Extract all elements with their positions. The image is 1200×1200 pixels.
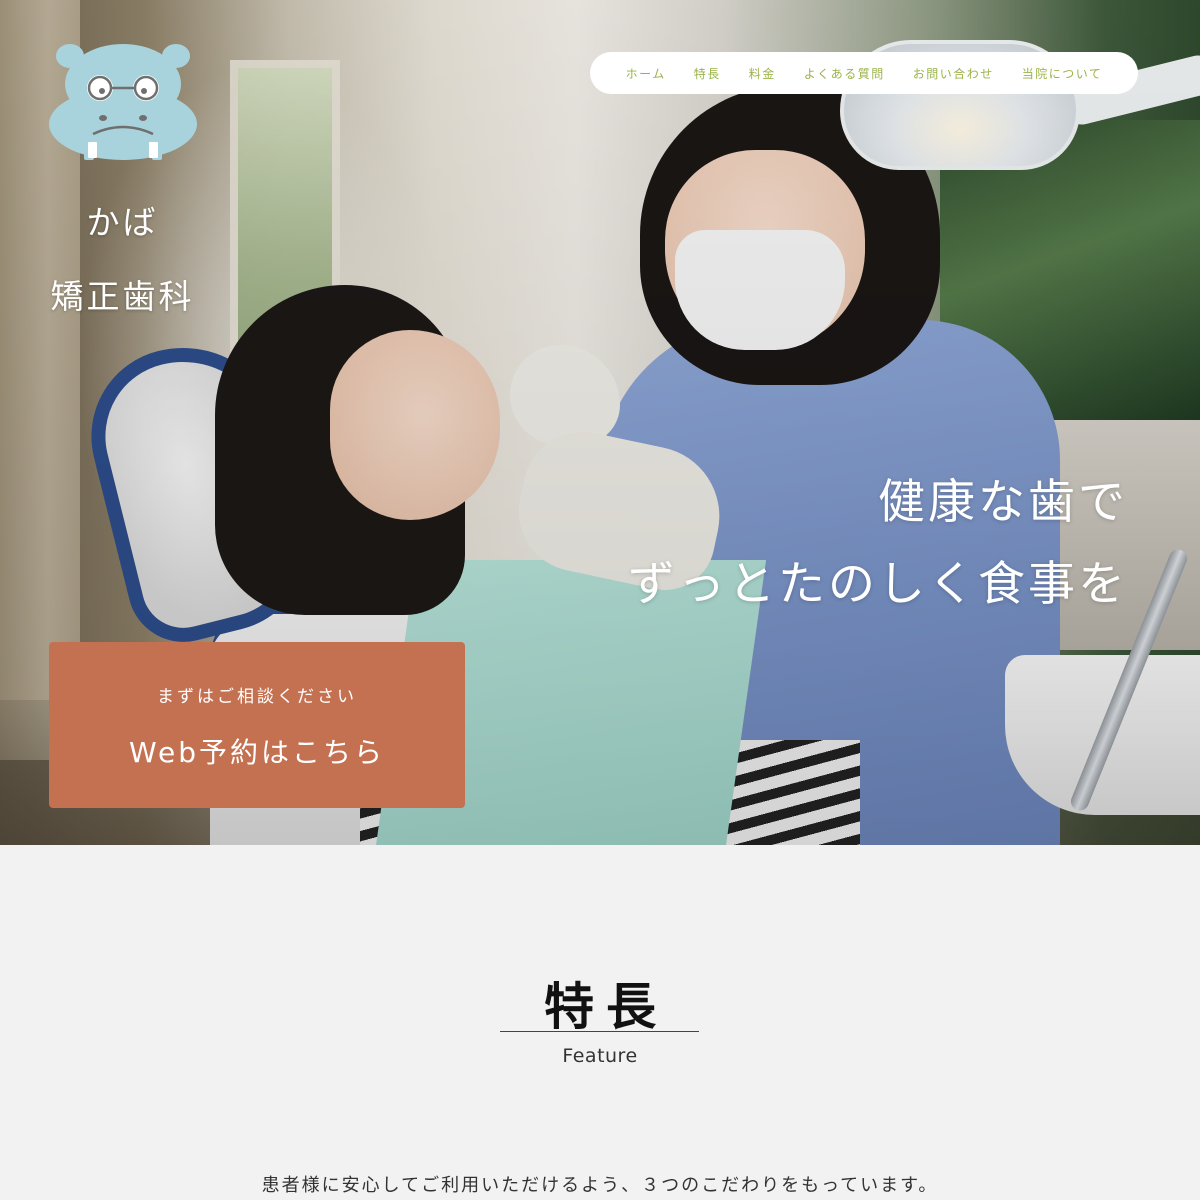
logo-name-line2: 矯正歯科 [50,277,195,316]
nav-item-contact[interactable]: お問い合わせ [913,65,994,82]
nav-item-pricing[interactable]: 料金 [749,65,776,82]
feature-subtitle: Feature [562,1045,638,1067]
cta-main-label: Web予約はこちら [128,736,386,769]
feature-description: 患者様に安心してご利用いただけるよう、３つのこだわりをもっています。 [261,1175,939,1196]
cta-sub-label: まずはご相談ください [157,687,357,707]
hero-section: かば 矯正歯科 ホーム 特長 料金 よくある質問 お問い合わせ 当院について 健… [0,0,1200,845]
nav-item-faq[interactable]: よくある質問 [804,65,885,82]
nav-item-features[interactable]: 特長 [694,65,721,82]
nav-item-about[interactable]: 当院について [1022,65,1103,82]
hippo-logo-icon [49,44,197,160]
hero-headline-line2: ずっとたのしく食事を [628,557,1128,612]
feature-title-divider [500,1031,699,1032]
feature-title: 特長 [544,978,668,1036]
nav-item-home[interactable]: ホーム [626,65,666,82]
main-navigation: ホーム 特長 料金 よくある質問 お問い合わせ 当院について [590,52,1138,94]
web-reservation-button[interactable]: まずはご相談ください Web予約はこちら [49,642,465,808]
feature-section: 特長 Feature 患者様に安心してご利用いただけるよう、３つのこだわりをもっ… [0,845,1200,1200]
hero-headline-line1: 健康な歯で [878,475,1128,530]
hero-headline: 健康な歯で ずっとたのしく食事を [628,462,1128,626]
logo-name-line1: かば [86,203,159,242]
